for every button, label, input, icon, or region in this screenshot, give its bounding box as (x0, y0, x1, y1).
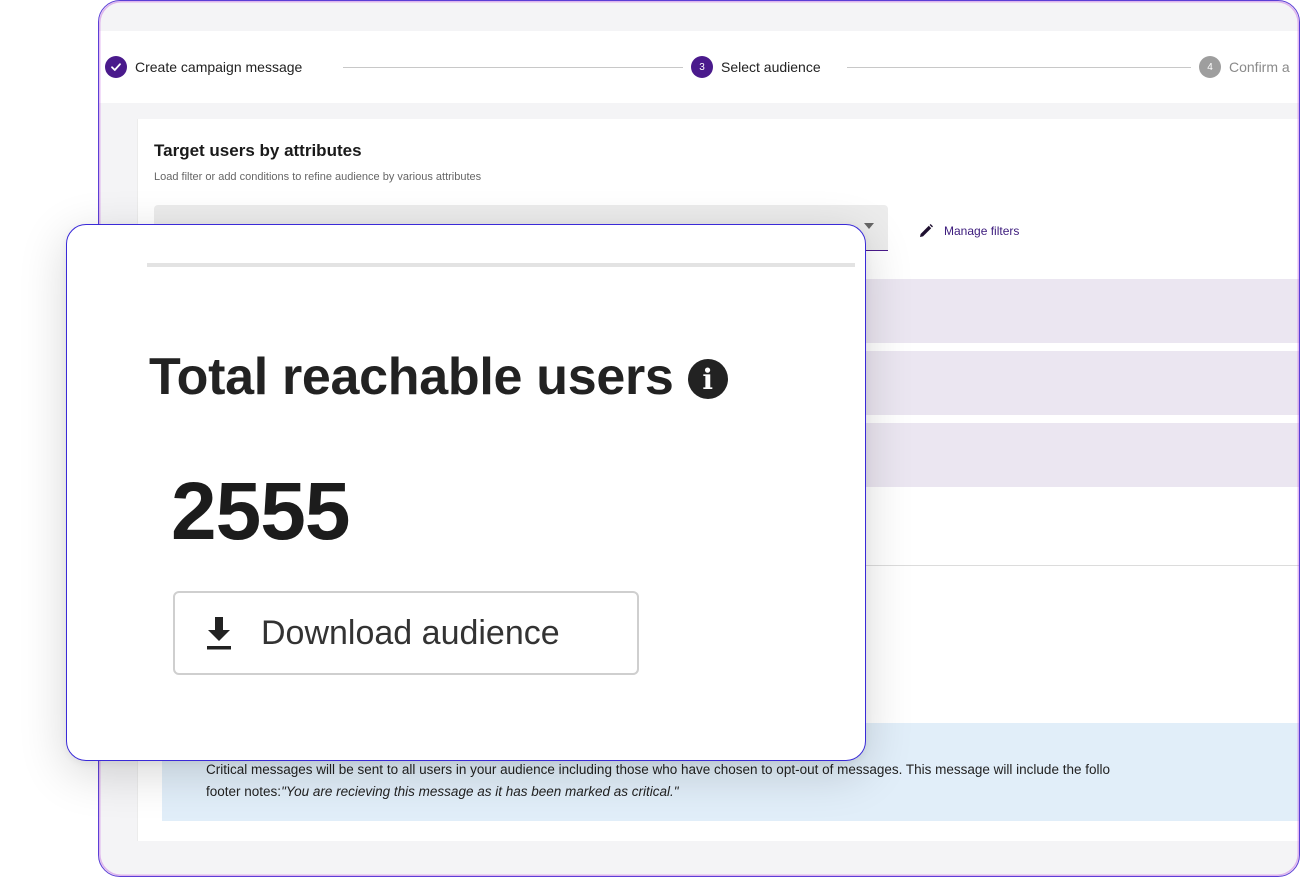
reachable-users-count: 2555 (171, 466, 350, 557)
reachable-users-heading: Total reachable users i (149, 347, 728, 407)
notice-text: Critical messages will be sent to all us… (206, 759, 1299, 803)
section-title: Target users by attributes (154, 141, 362, 160)
section-subtitle: Load filter or add conditions to refine … (154, 171, 482, 183)
reachable-users-card: Total reachable users i 2555 Download au… (66, 224, 866, 761)
notice-footer-quote: "You are recieving this message as it ha… (281, 784, 679, 799)
dropdown-arrow-icon (864, 223, 874, 229)
step-confirm[interactable]: 4 Confirm a (1199, 55, 1290, 79)
check-icon (105, 56, 127, 78)
step-number-badge: 3 (691, 56, 713, 78)
card-divider (147, 263, 855, 267)
step-label: Create campaign message (135, 59, 303, 75)
download-audience-label: Download audience (261, 613, 560, 652)
info-icon[interactable]: i (687, 359, 728, 399)
step-connector (343, 67, 683, 68)
step-connector (847, 67, 1191, 68)
step-number-badge: 4 (1199, 56, 1221, 78)
step-label: Select audience (721, 59, 821, 75)
pencil-icon (920, 224, 933, 237)
step-select-audience[interactable]: 3 Select audience (691, 55, 821, 79)
manage-filters-label: Manage filters (944, 224, 1020, 238)
step-create-message[interactable]: Create campaign message (105, 55, 302, 79)
notice-footer-prefix: footer notes: (206, 784, 282, 799)
manage-filters-link[interactable]: Manage filters (918, 223, 1019, 239)
reachable-users-title: Total reachable users (149, 348, 674, 406)
download-audience-button[interactable]: Download audience (173, 591, 639, 675)
download-icon (207, 617, 231, 650)
step-label: Confirm a (1229, 59, 1290, 75)
campaign-stepper: Create campaign message 3 Select audienc… (99, 31, 1299, 103)
notice-body: Critical messages will be sent to all us… (206, 762, 1110, 777)
